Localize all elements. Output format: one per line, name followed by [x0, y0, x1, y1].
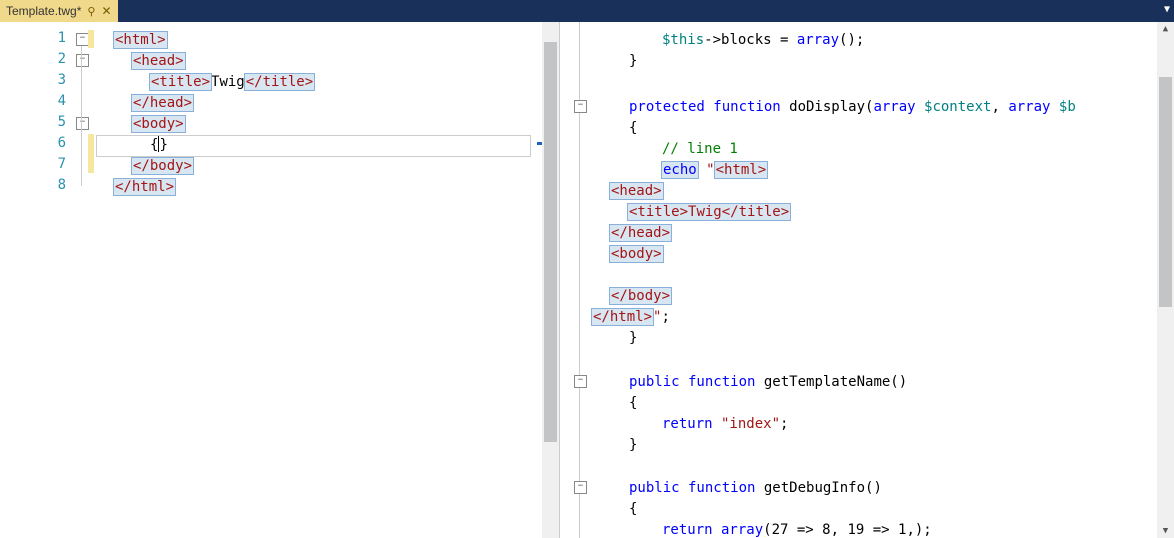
line-number: 4 [26, 93, 66, 109]
token-kw: public [629, 480, 680, 496]
left-editor-pane[interactable]: ⬍ 1 2 3 4 5 6 7 8 − − − <html> <head> <t… [0, 22, 560, 538]
token-tag: </html> [593, 309, 652, 325]
pin-icon[interactable]: ⚲ [87, 5, 95, 18]
token-kw: public [629, 374, 680, 390]
token-kw: function [680, 480, 756, 496]
close-icon[interactable]: ✕ [101, 4, 111, 18]
fold-toggle[interactable]: − [76, 117, 89, 130]
scroll-down-icon[interactable]: ▼ [1160, 526, 1171, 536]
scroll-up-icon[interactable]: ▲ [1160, 24, 1171, 34]
line-number: 5 [26, 114, 66, 130]
token: , [991, 99, 1008, 115]
line-number: 8 [26, 177, 66, 193]
token-brace: { [629, 120, 637, 136]
token: getDebugInfo() [755, 480, 881, 496]
outline-guide [81, 46, 82, 186]
token-tag: </html> [114, 179, 175, 195]
token-brace: } [629, 437, 637, 453]
file-tab[interactable]: Template.twg* ⚲ ✕ [0, 0, 118, 22]
token-tag: <body> [611, 246, 662, 262]
token-str: "index" [713, 416, 780, 432]
token-brace: } [629, 53, 637, 69]
token: ; [661, 309, 669, 325]
token-tag: <html> [716, 162, 767, 178]
token-kw: function [680, 374, 756, 390]
fold-toggle[interactable]: − [574, 375, 587, 388]
line-number: 7 [26, 156, 66, 172]
token-brace: } [159, 137, 167, 153]
token-tag: </body> [132, 158, 193, 174]
right-scrollbar[interactable]: ▲ ▼ [1157, 22, 1174, 538]
token-brace: { [150, 137, 158, 153]
token-kw: array [713, 522, 764, 538]
token-tag: <title> [150, 74, 211, 90]
text-cursor [158, 136, 159, 152]
tab-title: Template.twg* [6, 4, 81, 18]
left-gutter: 1 2 3 4 5 6 7 8 − − − [0, 22, 88, 538]
token-text: Twig [211, 74, 245, 90]
right-editor-pane[interactable]: − − − $this->blocks = array(); } protect… [560, 22, 1174, 538]
token-str: " [698, 162, 715, 178]
token-tag: </title> [245, 74, 314, 90]
tab-dropdown-icon[interactable]: ▼ [1164, 4, 1170, 15]
token: (27 => 8, 19 => 1,); [763, 522, 932, 538]
right-code-area[interactable]: $this->blocks = array(); } protected fun… [596, 22, 647, 374]
token-str: Twig [688, 204, 722, 220]
token-tag: </head> [132, 95, 193, 111]
token-brace: { [629, 501, 637, 517]
fold-toggle[interactable]: − [76, 54, 89, 67]
token-tag: <head> [132, 53, 185, 69]
token-var: $context [916, 99, 992, 115]
token: ->blocks = [704, 32, 797, 48]
token: getTemplateName() [755, 374, 907, 390]
token: (); [839, 32, 864, 48]
change-marker [88, 30, 94, 48]
scrollbar-thumb[interactable] [544, 42, 557, 442]
token-kw: echo [663, 162, 697, 178]
token-tag: <body> [132, 116, 185, 132]
token-var: $b [1050, 99, 1075, 115]
token-tag: </body> [611, 288, 670, 304]
token: doDisplay( [781, 99, 874, 115]
line-number: 6 [26, 135, 66, 151]
token-kw: array [1008, 99, 1050, 115]
fold-toggle[interactable]: − [574, 481, 587, 494]
token-tag: </title> [722, 204, 789, 220]
tab-bar: Template.twg* ⚲ ✕ ▼ [0, 0, 1174, 22]
token-kw: return [662, 416, 713, 432]
scrollbar-thumb[interactable] [1159, 77, 1172, 307]
left-scrollbar[interactable] [542, 22, 559, 538]
fold-toggle[interactable]: − [574, 100, 587, 113]
token-kw: array [873, 99, 915, 115]
token-tag: <html> [114, 32, 167, 48]
change-marker [88, 134, 94, 173]
token-brace: } [629, 330, 637, 346]
right-gutter: − − − [560, 22, 596, 538]
token-tag: </head> [611, 225, 670, 241]
left-code-area[interactable]: <html> <head> <title>Twig</title> </head… [96, 22, 147, 182]
token-tag: <head> [611, 183, 662, 199]
token-kw: function [705, 99, 781, 115]
token-var: $this [662, 32, 704, 48]
token-kw: array [797, 32, 839, 48]
token-tag: <title> [629, 204, 688, 220]
line-number: 2 [26, 51, 66, 67]
editor-split: ⬍ 1 2 3 4 5 6 7 8 − − − <html> <head> <t… [0, 22, 1174, 538]
line-number: 3 [26, 72, 66, 88]
token: ; [780, 416, 788, 432]
token-kw: protected [629, 99, 705, 115]
token-kw: return [662, 522, 713, 538]
token-brace: { [629, 395, 637, 411]
line-number: 1 [26, 30, 66, 46]
token-comment: // line 1 [662, 141, 738, 157]
